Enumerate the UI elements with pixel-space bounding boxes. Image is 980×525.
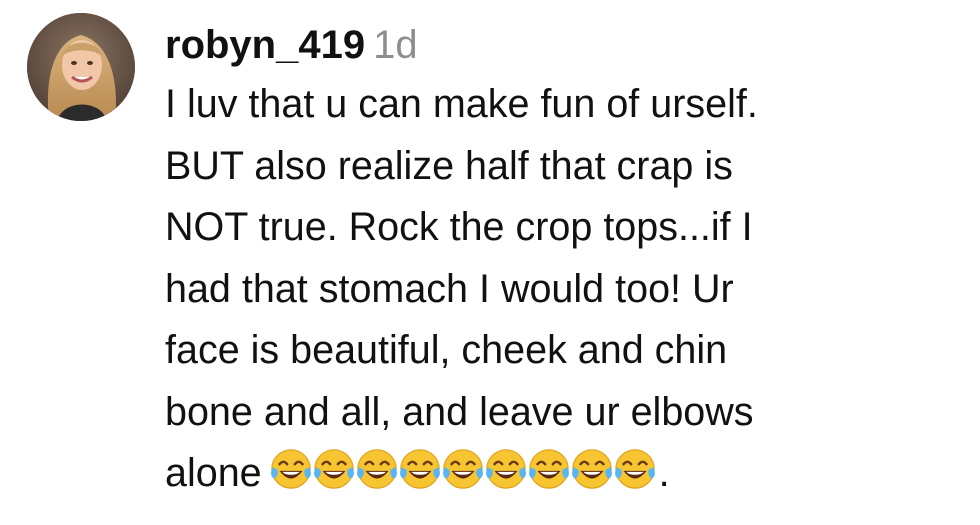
face-with-tears-of-joy-icon bbox=[528, 449, 569, 489]
face-with-tears-of-joy-icon bbox=[270, 449, 311, 489]
avatar-photo bbox=[27, 13, 135, 121]
face-with-tears-of-joy-icon bbox=[399, 449, 440, 489]
emoji-run bbox=[268, 446, 655, 511]
avatar[interactable] bbox=[27, 13, 135, 121]
face-with-tears-of-joy-icon bbox=[571, 449, 612, 489]
comment-text-line: NOT true. Rock the crop tops...if I bbox=[165, 205, 753, 249]
face-with-tears-of-joy-icon bbox=[485, 449, 526, 489]
face-with-tears-of-joy-icon bbox=[313, 449, 354, 489]
face-with-tears-of-joy-icon bbox=[356, 449, 397, 489]
comment-text-line: BUT also realize half that crap is bbox=[165, 143, 733, 188]
comment-header: robyn_419 1d bbox=[165, 16, 965, 74]
comment-text-line: bone and all, and leave ur elbows bbox=[165, 389, 754, 434]
comment-text-line: had that stomach I would too! Ur bbox=[165, 266, 734, 311]
face-with-tears-of-joy-icon bbox=[442, 449, 483, 489]
comment-text: I luv that u can make fun of urself. BUT… bbox=[165, 74, 965, 511]
comment-content: robyn_419 1d I luv that u can make fun of… bbox=[165, 16, 965, 511]
comment-text-last-line: alone. bbox=[165, 443, 965, 511]
trailing-punctuation: . bbox=[658, 451, 670, 495]
comment-text-line: face is beautiful, cheek and chin bbox=[165, 328, 728, 372]
comment-text-line: I luv that u can make fun of urself. bbox=[165, 82, 758, 126]
comment-text-line: alone bbox=[165, 451, 262, 495]
face-with-tears-of-joy-icon bbox=[614, 449, 655, 489]
username-link[interactable]: robyn_419 bbox=[165, 23, 365, 67]
comment-timestamp: 1d bbox=[373, 23, 418, 67]
comment: robyn_419 1d I luv that u can make fun of… bbox=[0, 0, 980, 525]
